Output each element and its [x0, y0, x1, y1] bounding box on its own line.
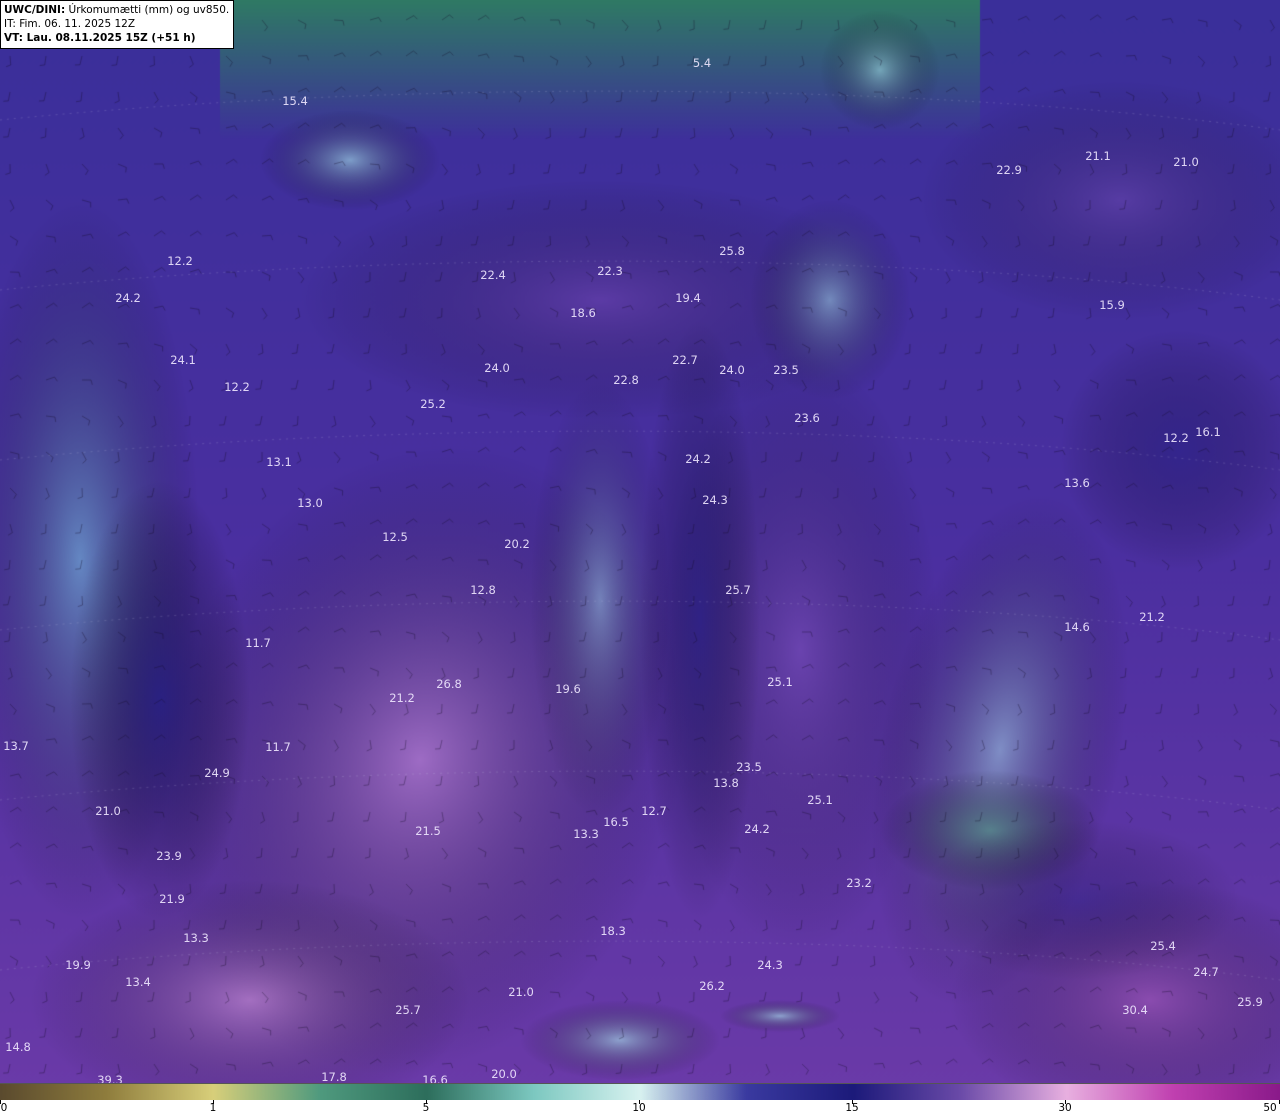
title-line: UWC/DINI: Úrkomumætti (mm) og uv850.	[4, 3, 229, 17]
value-label: 22.8	[613, 373, 639, 387]
value-label: 21.2	[389, 691, 415, 705]
value-label: 25.9	[1237, 995, 1263, 1009]
value-label: 13.1	[266, 455, 292, 469]
value-label: 12.2	[1163, 431, 1189, 445]
value-label: 16.1	[1195, 425, 1221, 439]
value-label: 25.2	[420, 397, 446, 411]
value-label: 19.9	[65, 958, 91, 972]
value-label: 22.3	[597, 264, 623, 278]
value-label: 12.7	[641, 804, 667, 818]
value-label: 24.2	[744, 822, 770, 836]
value-label: 13.4	[125, 975, 151, 989]
value-label: 24.0	[719, 363, 745, 377]
value-label: 18.3	[600, 924, 626, 938]
value-label: 20.0	[491, 1067, 517, 1081]
value-label: 23.9	[156, 849, 182, 863]
value-label: 13.0	[297, 496, 323, 510]
value-label: 23.6	[794, 411, 820, 425]
value-label: 25.7	[395, 1003, 421, 1017]
value-label: 22.7	[672, 353, 698, 367]
value-label: 21.0	[95, 804, 121, 818]
value-label: 5.4	[692, 56, 712, 70]
init-time: IT: Fim. 06. 11. 2025 12Z	[4, 18, 136, 30]
product-description: Úrkomumætti (mm) og uv850.	[68, 4, 230, 16]
value-label: 24.2	[115, 291, 141, 305]
value-label: 24.3	[757, 958, 783, 972]
colorbar-tick-label: 0	[0, 1102, 8, 1114]
value-label: 21.0	[1173, 155, 1199, 169]
map-viewer: UWC/DINI: Úrkomumætti (mm) og uv850. IT:…	[0, 0, 1280, 1115]
value-label: 12.5	[382, 530, 408, 544]
value-label: 25.1	[767, 675, 793, 689]
value-label: 25.7	[725, 583, 751, 597]
colorbar-tick-label: 15	[845, 1102, 859, 1114]
value-label: 24.9	[204, 766, 230, 780]
value-label: 22.9	[996, 163, 1022, 177]
colorbar-tick-label: 10	[632, 1102, 646, 1114]
colorbar-tick-label: 5	[422, 1102, 430, 1114]
colorbar-tick-label: 1	[209, 1102, 217, 1114]
value-label: 30.4	[1122, 1003, 1148, 1017]
value-label: 12.8	[470, 583, 496, 597]
value-label: 12.2	[224, 380, 250, 394]
value-label: 24.1	[170, 353, 196, 367]
value-label: 14.8	[5, 1040, 31, 1054]
value-label: 13.7	[3, 739, 29, 753]
value-label: 11.7	[245, 636, 271, 650]
value-label: 25.4	[1150, 939, 1176, 953]
value-label: 21.0	[508, 985, 534, 999]
value-label: 23.2	[846, 876, 872, 890]
value-label: 23.5	[773, 363, 799, 377]
value-label: 26.8	[436, 677, 462, 691]
value-label: 24.7	[1193, 965, 1219, 979]
value-label: 19.4	[675, 291, 701, 305]
valid-time: VT: Lau. 08.11.2025 15Z (+51 h)	[4, 32, 196, 44]
value-label: 25.1	[807, 793, 833, 807]
colorbar-tick-label: 30	[1058, 1102, 1072, 1114]
value-label: 16.5	[603, 815, 629, 829]
value-label: 24.3	[702, 493, 728, 507]
value-label: 21.9	[159, 892, 185, 906]
value-label: 24.0	[484, 361, 510, 375]
value-label: 22.4	[480, 268, 506, 282]
colorbar-legend: 0 1 5 10 15 30 50	[0, 1083, 1280, 1115]
value-label: 21.2	[1139, 610, 1165, 624]
value-label: 23.5	[736, 760, 762, 774]
colorbar-tick-label: 50	[1263, 1102, 1277, 1114]
value-label: 21.1	[1085, 149, 1111, 163]
value-label: 13.3	[183, 931, 209, 945]
value-label: 12.2	[167, 254, 193, 268]
value-label: 13.6	[1064, 476, 1090, 490]
value-label: 24.2	[685, 452, 711, 466]
value-label: 11.7	[265, 740, 291, 754]
value-label: 18.6	[570, 306, 596, 320]
product-name: UWC/DINI:	[4, 4, 66, 16]
value-label: 19.6	[555, 682, 581, 696]
value-label: 25.8	[719, 244, 745, 258]
value-label: 13.3	[573, 827, 599, 841]
value-label: 15.9	[1099, 298, 1125, 312]
value-label: 26.2	[699, 979, 725, 993]
value-label: 14.6	[1064, 620, 1090, 634]
value-label: 17.8	[321, 1070, 347, 1084]
value-label: 21.5	[415, 824, 441, 838]
value-label: 15.4	[282, 94, 308, 108]
value-label: 20.2	[504, 537, 530, 551]
info-box: UWC/DINI: Úrkomumætti (mm) og uv850. IT:…	[0, 0, 235, 49]
colorbar-strip	[0, 1084, 1280, 1100]
value-label: 13.8	[713, 776, 739, 790]
